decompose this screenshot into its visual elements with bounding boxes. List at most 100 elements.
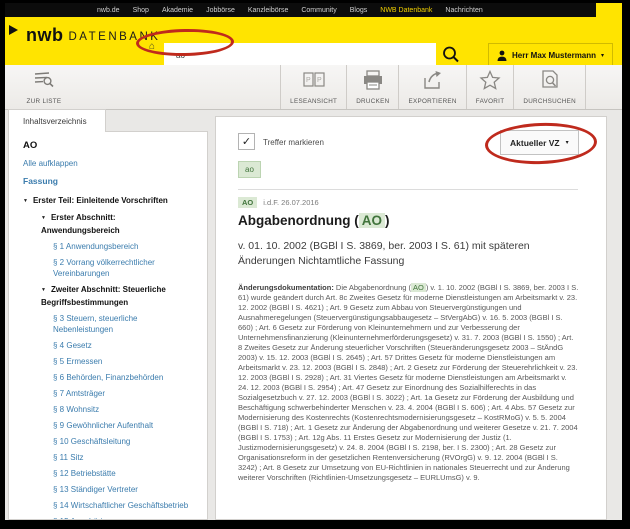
toc-item-par6: § 6 Behörden, Finanzbehörden xyxy=(23,372,199,384)
toc-item-par14: § 14 Wirtschaftlicher Geschäftsbetrieb xyxy=(23,500,199,512)
toc-section-erster-abschnitt[interactable]: ▼Erster Abschnitt: Anwendungsbereich xyxy=(23,212,199,236)
topnav-item-kanzleiboerse[interactable]: Kanzleibörse xyxy=(248,7,288,14)
header-bar: nwb DATENBANK ⌂ Herr Max Mustermann ▾ xyxy=(5,17,622,65)
top-nav: nwb.de Shop Akademie Jobbörse Kanzleibör… xyxy=(97,7,483,14)
collapse-caret-icon[interactable]: ▼ xyxy=(41,213,46,225)
home-icon[interactable]: ⌂ xyxy=(149,41,155,52)
topnav-item-shop[interactable]: Shop xyxy=(133,7,149,14)
aktueller-vz-label: Aktueller VZ xyxy=(510,138,560,148)
drucken-button[interactable]: DRUCKEN xyxy=(346,65,398,109)
toc-item-par5: § 5 Ermessen xyxy=(23,356,199,368)
topnav-item-community[interactable]: Community xyxy=(301,7,336,14)
toc-link[interactable]: § 6 Behörden, Finanzbehörden xyxy=(53,373,163,382)
title-text-close: ) xyxy=(385,213,390,228)
exportieren-label: EXPORTIEREN xyxy=(408,98,456,105)
toc-link[interactable]: § 3 Steuern, steuerliche Nebenleistungen xyxy=(53,314,138,335)
toc-link[interactable]: § 5 Ermessen xyxy=(53,357,102,366)
export-icon xyxy=(421,70,445,90)
toc-link[interactable]: § 7 Amtsträger xyxy=(53,389,105,398)
zur-liste-label: ZUR LISTE xyxy=(19,98,69,105)
durchsuchen-label: DURCHSUCHEN xyxy=(523,98,576,105)
favorit-button[interactable]: FAVORIT xyxy=(466,65,514,109)
divider xyxy=(238,189,578,190)
toc-item-par15: § 15 Angehörige xyxy=(23,516,199,520)
toc-item-par12: § 12 Betriebstätte xyxy=(23,468,199,480)
topnav-item-nwbde[interactable]: nwb.de xyxy=(97,7,120,14)
search-term-chip[interactable]: ao xyxy=(238,161,261,178)
collapse-caret-icon[interactable]: ▼ xyxy=(41,285,46,297)
exportieren-button[interactable]: EXPORTIEREN xyxy=(398,65,465,109)
document-search-icon xyxy=(539,70,561,90)
title-ao-highlight: AO xyxy=(359,213,385,228)
toc-link[interactable]: § 14 Wirtschaftlicher Geschäftsbetrieb xyxy=(53,501,188,510)
user-name: Herr Max Mustermann xyxy=(512,51,596,60)
document-title: Abgabenordnung (AO) xyxy=(238,213,389,228)
user-menu[interactable]: Herr Max Mustermann ▾ xyxy=(488,43,613,67)
toc-link[interactable]: § 1 Anwendungsbereich xyxy=(53,242,138,251)
screenshot-frame: nwb.de Shop Akademie Jobbörse Kanzleibör… xyxy=(0,0,630,529)
version-row: AO i.d.F. 26.07.2016 xyxy=(238,197,319,208)
user-caret-icon: ▾ xyxy=(601,52,604,59)
body-ao-highlight: AO xyxy=(411,283,426,292)
leseansicht-label: LESEANSICHT xyxy=(290,98,337,105)
brand-triangle-icon xyxy=(9,25,18,35)
hits-checkbox-label[interactable]: Treffer markieren xyxy=(263,138,324,147)
toc-section-zweiter-abschnitt[interactable]: ▼Zweiter Abschnitt: Steuerliche Begriffs… xyxy=(23,284,199,308)
tab-inhaltsverzeichnis[interactable]: Inhaltsverzeichnis xyxy=(8,109,106,132)
toc-section-erster-teil[interactable]: ▼ Erster Teil: Einleitende Vorschriften xyxy=(23,195,199,208)
ao-badge: AO xyxy=(238,197,257,208)
collapse-caret-icon[interactable]: ▼ xyxy=(23,196,28,208)
toc-item-par2: § 2 Vorrang völkerrechtlicher Vereinbaru… xyxy=(23,257,199,280)
zur-liste-button[interactable]: ZUR LISTE xyxy=(19,70,69,105)
sidebar-panel: AO Alle aufklappen Fassung ▼Erster Teil:… xyxy=(8,131,208,520)
toc-item-par13: § 13 Ständiger Vertreter xyxy=(23,484,199,496)
topnav-item-akademie[interactable]: Akademie xyxy=(162,7,193,14)
drucken-label: DRUCKEN xyxy=(356,98,389,105)
tab-inhaltsverzeichnis-label: Inhaltsverzeichnis xyxy=(23,117,87,126)
topnav-item-nwb-datenbank[interactable]: NWB Datenbank xyxy=(380,7,432,14)
topnav-item-nachrichten[interactable]: Nachrichten xyxy=(445,7,482,14)
topnav-item-jobboerse[interactable]: Jobbörse xyxy=(206,7,235,14)
toc-link[interactable]: § 2 Vorrang völkerrechtlicher Vereinbaru… xyxy=(53,258,155,279)
favorit-label: FAVORIT xyxy=(476,98,505,105)
idf-date: i.d.F. 26.07.2016 xyxy=(263,198,318,207)
body-text: Die Abgabenordnung ( xyxy=(334,283,411,292)
top-right-yellow-corner xyxy=(596,3,622,17)
document-subtitle: v. 01. 10. 2002 (BGBl I S. 3869, ber. 20… xyxy=(238,239,580,269)
aktueller-vz-dropdown[interactable]: Aktueller VZ ▾ xyxy=(500,130,579,155)
svg-text:P: P xyxy=(306,77,311,84)
fassung-link[interactable]: Fassung xyxy=(23,176,199,186)
toc-item-par1: § 1 Anwendungsbereich xyxy=(23,241,199,253)
toc-section-label: Erster Teil: Einleitende Vorschriften xyxy=(33,196,168,205)
expand-all-link[interactable]: Alle aufklappen xyxy=(23,159,199,168)
brand-datenbank-text: DATENBANK xyxy=(69,31,161,43)
top-nav-bar: nwb.de Shop Akademie Jobbörse Kanzleibör… xyxy=(5,3,596,17)
page: nwb.de Shop Akademie Jobbörse Kanzleibör… xyxy=(5,3,622,520)
toc-item-par11: § 11 Sitz xyxy=(23,452,199,464)
toc-link[interactable]: § 9 Gewöhnlicher Aufenthalt xyxy=(53,421,153,430)
toc-link[interactable]: § 11 Sitz xyxy=(53,453,84,462)
reading-view-icon: PP xyxy=(302,70,326,90)
leseansicht-button[interactable]: PP LESEANSICHT xyxy=(280,65,346,109)
toc-item-par3: § 3 Steuern, steuerliche Nebenleistungen xyxy=(23,313,199,336)
toc-link[interactable]: § 12 Betriebstätte xyxy=(53,469,116,478)
hits-checkbox[interactable]: ✓ xyxy=(238,133,255,150)
toolbar-actions: PP LESEANSICHT DRUCKEN EXPORTIEREN xyxy=(280,65,586,109)
toc-link[interactable]: § 13 Ständiger Vertreter xyxy=(53,485,138,494)
durchsuchen-button[interactable]: DURCHSUCHEN xyxy=(513,65,586,109)
brand-logo[interactable]: nwb DATENBANK xyxy=(9,25,160,46)
toc-item-par9: § 9 Gewöhnlicher Aufenthalt xyxy=(23,420,199,432)
toc-link[interactable]: § 15 Angehörige xyxy=(53,517,111,520)
topnav-item-blogs[interactable]: Blogs xyxy=(350,7,368,14)
search-icon[interactable] xyxy=(441,45,461,65)
svg-text:P: P xyxy=(317,77,322,84)
toc-section-label: Erster Abschnitt: Anwendungsbereich xyxy=(41,213,120,235)
toolbar: ZUR LISTE PP LESEANSICHT DRUCKEN xyxy=(5,65,622,110)
toc-link[interactable]: § 10 Geschäftsleitung xyxy=(53,437,130,446)
body-text-rest: ) v. 1. 10. 2002 (BGBl I S. 3869, ber. 2… xyxy=(238,283,578,482)
body-lead: Änderungsdokumentation: xyxy=(238,283,334,292)
toc-link[interactable]: § 8 Wohnsitz xyxy=(53,405,99,414)
toc-link[interactable]: § 4 Gesetz xyxy=(53,341,92,350)
star-icon xyxy=(479,70,501,90)
list-search-icon xyxy=(32,70,56,90)
